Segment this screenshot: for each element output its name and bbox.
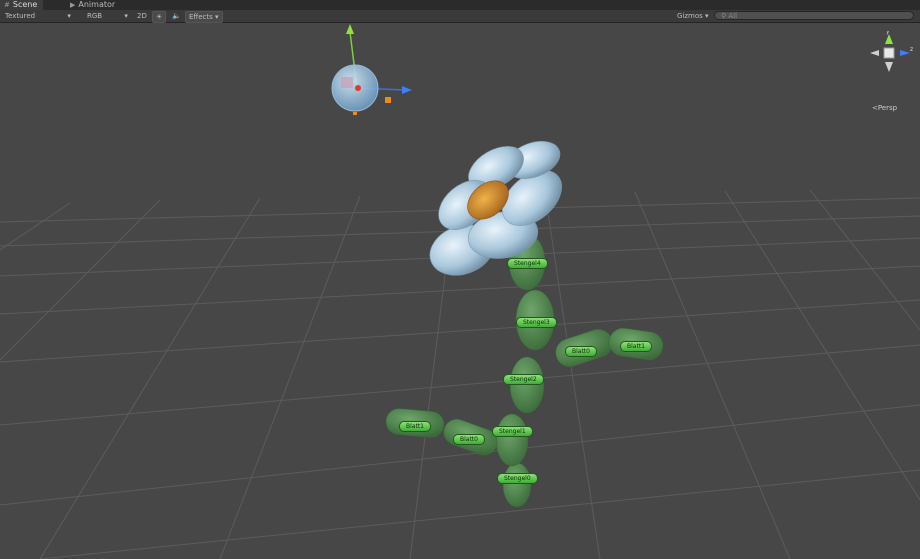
bone-label[interactable]: Stengel3 bbox=[516, 317, 557, 328]
transform-gizmo[interactable] bbox=[331, 24, 412, 115]
draw-mode-dropdown[interactable]: Textured ▾ bbox=[5, 10, 71, 22]
scene-toolbar: Textured ▾ RGB ▾ 2D ☀ 🔈 Effects ▾ Gizmos… bbox=[0, 10, 920, 23]
svg-text:z: z bbox=[910, 46, 913, 53]
animator-icon: ▶ bbox=[70, 1, 76, 9]
render-mode-dropdown[interactable]: RGB ▾ bbox=[87, 10, 128, 22]
toggle-2d-button[interactable]: 2D bbox=[137, 10, 147, 22]
x-axis-arrow-icon bbox=[402, 86, 412, 94]
lighting-toggle-button[interactable]: ☀ bbox=[152, 11, 167, 23]
speaker-icon: 🔈 bbox=[172, 12, 181, 20]
y-axis-cone-icon bbox=[885, 34, 893, 44]
tab-scene[interactable]: # Scene bbox=[0, 0, 44, 10]
bone-label[interactable]: Blatt1 bbox=[620, 341, 652, 352]
bone-label[interactable]: Blatt1 bbox=[399, 421, 431, 432]
search-icon: ⚲ bbox=[721, 12, 727, 20]
scene-viewport[interactable]: Stengel4 Stengel3 Stengel2 Stengel1 Sten… bbox=[0, 23, 920, 559]
chevron-down-icon: ▾ bbox=[67, 12, 71, 20]
projection-toggle[interactable]: <Persp bbox=[872, 104, 897, 112]
scene-icon: # bbox=[4, 1, 10, 9]
orientation-gizmo[interactable]: y z bbox=[862, 31, 920, 91]
bone-label[interactable]: Blatt0 bbox=[565, 346, 597, 357]
tab-bar: # Scene ▶ Animator bbox=[0, 0, 920, 10]
chevron-down-icon: ▾ bbox=[705, 12, 709, 20]
bone-label[interactable]: Stengel2 bbox=[503, 374, 544, 385]
z-axis-cone-icon bbox=[900, 50, 910, 56]
svg-text:y: y bbox=[886, 31, 890, 35]
bone-label[interactable]: Stengel0 bbox=[497, 473, 538, 484]
chevron-down-icon: ▾ bbox=[124, 12, 128, 20]
sun-icon: ☀ bbox=[156, 13, 163, 21]
effects-dropdown[interactable]: Effects ▾ bbox=[185, 11, 223, 23]
audio-toggle-button[interactable]: 🔈 bbox=[172, 10, 181, 22]
chevron-down-icon: ▾ bbox=[215, 13, 219, 21]
scene-canvas[interactable] bbox=[0, 23, 920, 559]
y-axis-arrow-icon bbox=[346, 24, 354, 34]
gizmos-dropdown[interactable]: Gizmos ▾ bbox=[677, 10, 709, 22]
bone-label[interactable]: Blatt0 bbox=[453, 434, 485, 445]
bone-label[interactable]: Stengel1 bbox=[492, 426, 533, 437]
bone-label[interactable]: Stengel4 bbox=[507, 258, 548, 269]
flower-head[interactable] bbox=[423, 134, 572, 283]
hierarchy-search-input[interactable]: ⚲ All bbox=[714, 11, 914, 20]
tab-animator[interactable]: ▶ Animator bbox=[66, 0, 121, 10]
